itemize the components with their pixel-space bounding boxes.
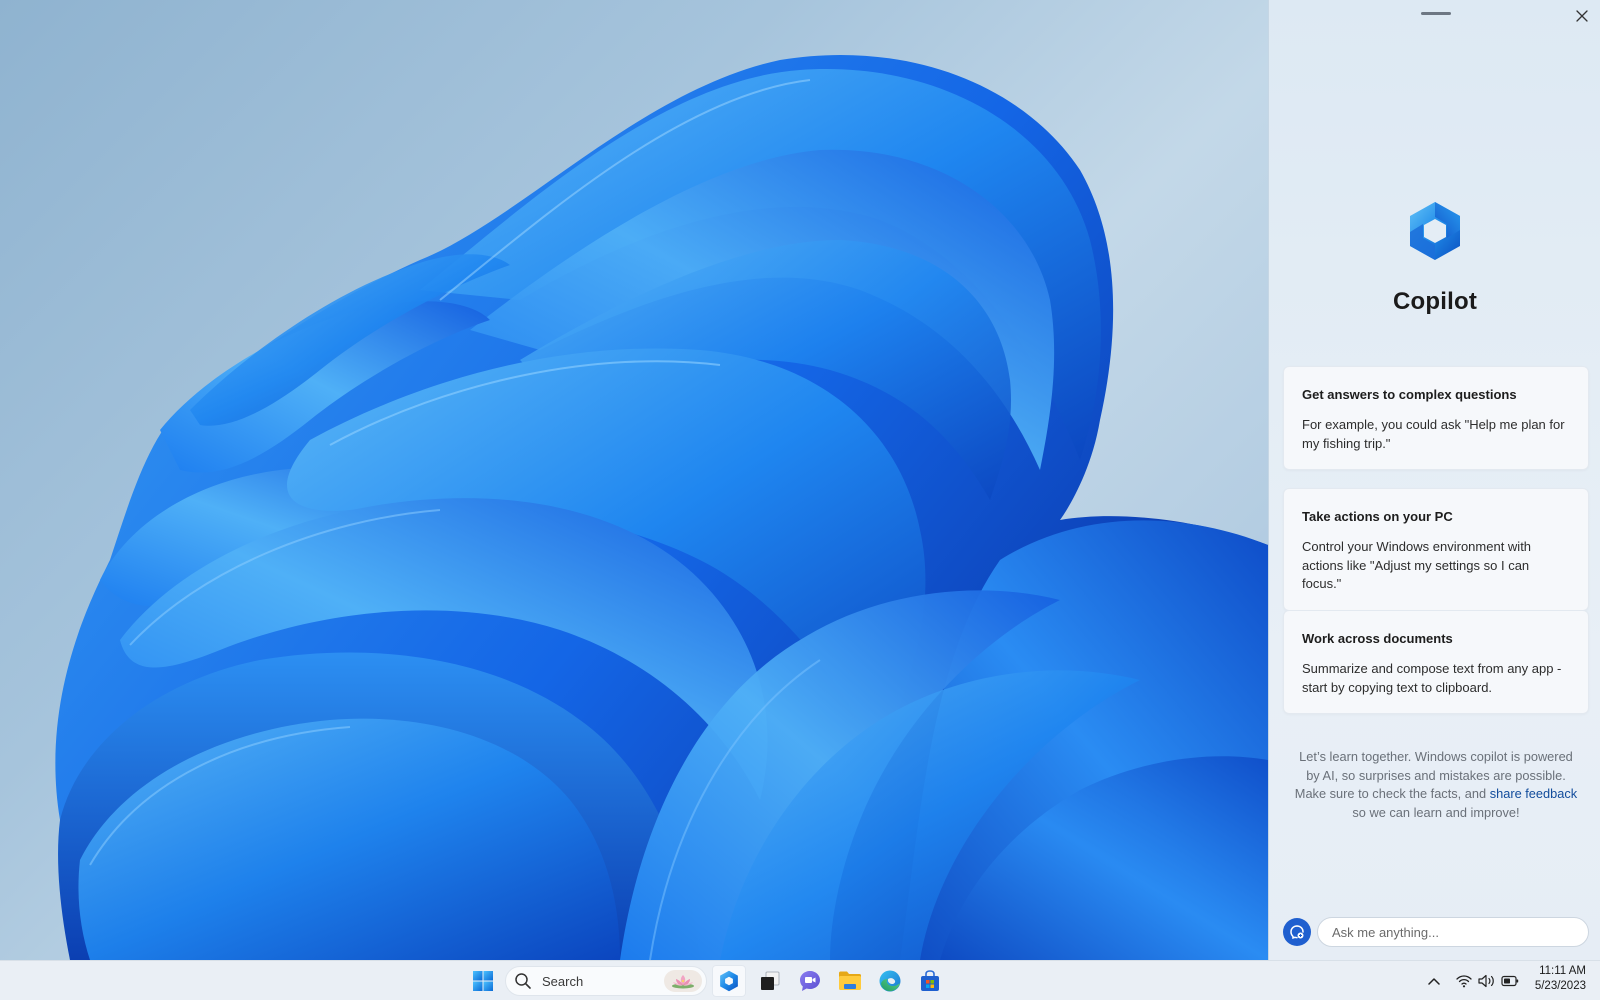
suggestion-card-documents[interactable]: Work across documents Summarize and comp…	[1283, 610, 1589, 714]
system-clock[interactable]: 11:11 AM 5/23/2023	[1535, 964, 1586, 994]
taskbar-app-store[interactable]	[913, 965, 947, 997]
tray-overflow-button[interactable]	[1426, 971, 1442, 991]
taskbar-app-task-view[interactable]	[753, 965, 787, 997]
desktop-wallpaper	[0, 0, 1268, 960]
bloom-wallpaper-art	[55, 54, 1268, 960]
new-topic-button[interactable]	[1283, 918, 1311, 946]
card-body: For example, you could ask "Help me plan…	[1302, 417, 1565, 451]
taskbar-app-chat[interactable]	[793, 965, 827, 997]
ai-disclaimer: Let’s learn together. Windows copilot is…	[1291, 748, 1581, 822]
battery-icon	[1501, 975, 1519, 987]
taskbar-search[interactable]: Search	[505, 966, 707, 996]
copilot-title: Copilot	[1392, 288, 1478, 315]
windows-start-icon	[473, 971, 493, 991]
search-label: Search	[542, 973, 584, 989]
card-title: Work across documents	[1302, 631, 1453, 646]
taskbar-app-file-explorer[interactable]	[833, 965, 867, 997]
store-icon	[921, 970, 939, 991]
drag-handle[interactable]	[1421, 12, 1451, 15]
taskbar: Search 11:11 AM 5/23/2023	[0, 960, 1600, 1000]
volume-icon	[1478, 974, 1494, 988]
task-view-icon	[761, 971, 780, 990]
search-highlight[interactable]	[664, 970, 702, 992]
taskbar-app-copilot[interactable]	[712, 965, 746, 997]
card-title: Take actions on your PC	[1302, 509, 1453, 524]
copilot-panel: Copilot Get answers to complex questions…	[1268, 0, 1600, 960]
suggestion-card-complex-questions[interactable]: Get answers to complex questions For exa…	[1283, 366, 1589, 470]
card-body: Control your Windows environment with ac…	[1302, 539, 1532, 591]
taskbar-app-edge[interactable]	[873, 965, 907, 997]
new-topic-icon	[1290, 925, 1304, 940]
disclaimer-text-end: so we can learn and improve!	[1352, 804, 1520, 820]
tray-volume[interactable]	[1477, 971, 1497, 991]
close-button[interactable]	[1570, 4, 1594, 28]
clock-date: 5/23/2023	[1534, 980, 1586, 992]
ask-input[interactable]	[1317, 917, 1589, 947]
wifi-icon	[1456, 975, 1472, 988]
search-icon	[515, 973, 531, 989]
copilot-logo-icon	[1405, 200, 1465, 262]
card-title: Get answers to complex questions	[1302, 387, 1517, 402]
clock-time: 11:11 AM	[1539, 965, 1586, 977]
suggestion-card-pc-actions[interactable]: Take actions on your PC Control your Win…	[1283, 488, 1589, 611]
tray-wifi[interactable]	[1455, 971, 1473, 991]
share-feedback-link[interactable]: share feedback	[1490, 786, 1578, 801]
card-body: Summarize and compose text from any app …	[1302, 661, 1562, 695]
start-button[interactable]	[466, 965, 500, 997]
copilot-icon	[720, 970, 738, 992]
chat-icon	[800, 971, 820, 991]
edge-icon	[879, 970, 901, 992]
close-icon	[1576, 10, 1588, 22]
folder-icon	[839, 971, 861, 990]
chevron-up-icon	[1428, 978, 1440, 985]
tray-battery[interactable]	[1500, 971, 1520, 991]
lotus-icon	[672, 975, 694, 989]
